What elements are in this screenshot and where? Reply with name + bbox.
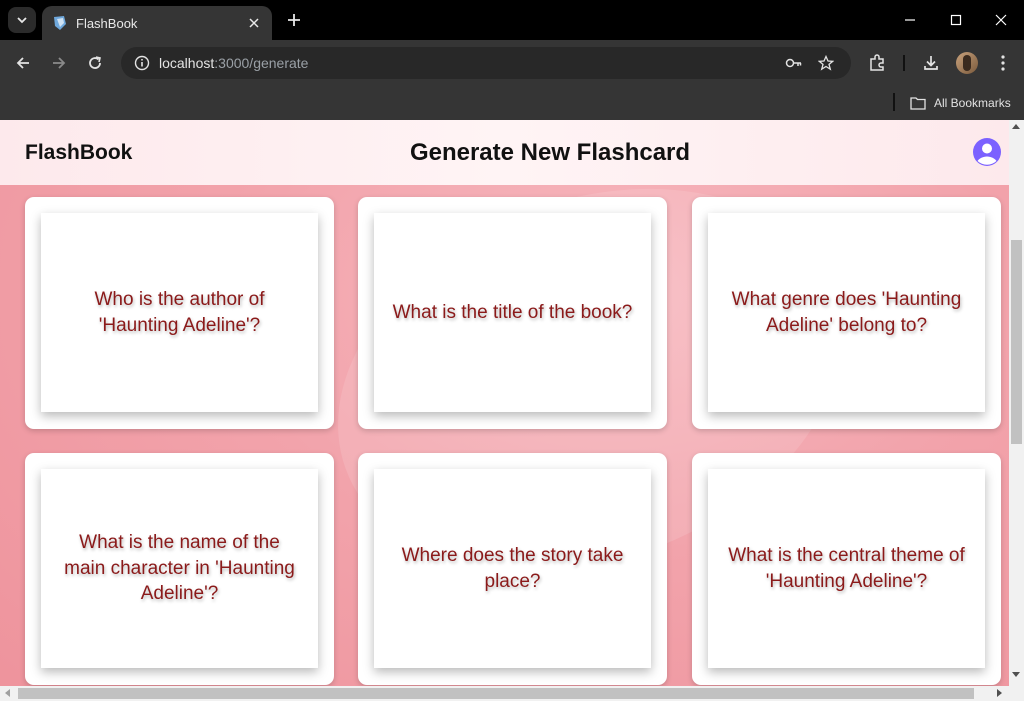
horizontal-scrollbar-thumb[interactable] [18,688,974,699]
profile-avatar[interactable] [956,52,978,74]
browser-menu-button[interactable] [991,51,1015,75]
flashcard[interactable]: What genre does 'Haunting Adeline' belon… [692,197,1001,429]
toolbar-divider [903,55,905,71]
flashcard-face[interactable]: Who is the author of 'Haunting Adeline'? [41,213,318,412]
reload-button[interactable] [81,49,109,77]
arrow-left-icon [16,57,29,69]
tab-close-icon[interactable] [246,15,262,31]
address-bar[interactable]: localhost:3000/generate [121,47,851,79]
flashcard-question: What is the central theme of 'Haunting A… [728,545,965,592]
flashcard[interactable]: Where does the story take place? [358,453,667,685]
minimize-button[interactable] [887,0,933,40]
flashcard-question: What is the name of the main character i… [64,532,295,605]
all-bookmarks-button[interactable]: All Bookmarks [910,92,1011,114]
browser-toolbar: localhost:3000/generate [0,40,1024,86]
maximize-icon [950,14,962,26]
flashcard-question: Who is the author of 'Haunting Adeline'? [94,289,265,336]
download-icon [924,56,938,70]
flashcard[interactable]: What is the name of the main character i… [25,453,334,685]
forward-button[interactable] [45,49,73,77]
kebab-menu-icon [1001,55,1005,71]
site-info-icon[interactable] [125,55,159,71]
flashcard-face[interactable]: What is the central theme of 'Haunting A… [708,469,985,668]
app-header: FlashBook Generate New Flashcard [0,120,1009,185]
flashcard-face[interactable]: What genre does 'Haunting Adeline' belon… [708,213,985,412]
scroll-down-arrow-icon[interactable] [1012,672,1020,677]
flashcard[interactable]: What is the central theme of 'Haunting A… [692,453,1001,685]
scroll-up-arrow-icon[interactable] [1012,124,1020,129]
flashcard-face[interactable]: What is the name of the main character i… [41,469,318,668]
maximize-button[interactable] [933,0,979,40]
new-tab-button[interactable] [284,10,304,30]
scroll-right-arrow-icon[interactable] [997,689,1002,697]
tab-title: FlashBook [76,15,138,31]
password-key-icon[interactable] [784,53,804,73]
bookmark-star-icon[interactable] [816,53,836,73]
arrow-right-icon [53,57,66,69]
tab-search-button[interactable] [8,7,36,33]
scroll-left-arrow-icon[interactable] [5,689,10,697]
vertical-scrollbar-thumb[interactable] [1011,240,1022,444]
downloads-button[interactable] [919,51,943,75]
back-button[interactable] [9,49,37,77]
plus-icon [288,14,300,26]
flashcard-question: What is the title of the book? [392,301,633,323]
chevron-down-icon [17,17,27,24]
extensions-button[interactable] [865,51,889,75]
flashcard-face[interactable]: What is the title of the book? [374,213,651,412]
window-titlebar: FlashBook [0,0,1024,40]
reload-icon [89,56,101,69]
url-text[interactable]: localhost:3000/generate [159,55,851,71]
flashcard-question: What genre does 'Haunting Adeline' belon… [731,289,962,336]
browser-tab[interactable]: FlashBook [42,6,272,40]
flashcard-face[interactable]: Where does the story take place? [374,469,651,668]
flashcard[interactable]: What is the title of the book? [358,197,667,429]
flashbook-favicon-icon [54,16,66,30]
page-title: Generate New Flashcard [409,139,691,166]
url-path: :3000/generate [214,55,309,71]
page-viewport: FlashBook Generate New Flashcard Who is … [0,120,1024,701]
puzzle-icon [870,54,884,71]
bookmarks-divider [893,93,895,111]
url-host: localhost [159,55,215,71]
bookmarks-bar: All Bookmarks [0,86,1024,120]
minimize-icon [905,19,915,21]
close-window-button[interactable] [978,0,1024,40]
flashcard[interactable]: Who is the author of 'Haunting Adeline'? [25,197,334,429]
account-avatar-icon[interactable] [972,137,1002,167]
flashcard-question: Where does the story take place? [401,545,624,592]
folder-icon [910,97,926,110]
close-icon [995,14,1007,26]
all-bookmarks-label: All Bookmarks [934,96,1011,110]
